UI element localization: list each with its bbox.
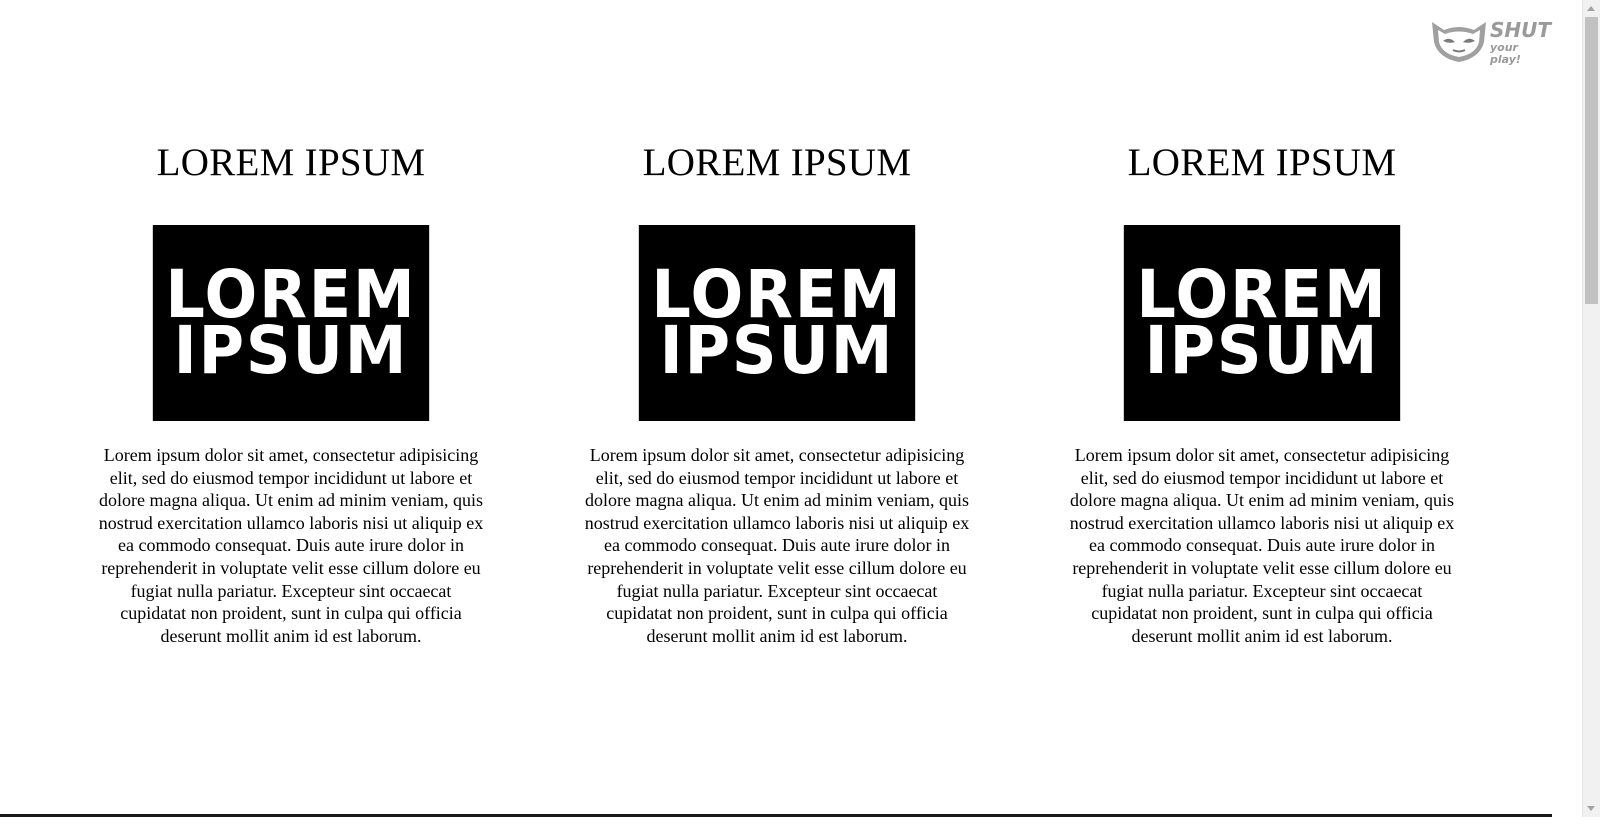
shut-logo[interactable]: SHUT your play! — [1428, 16, 1552, 66]
column-title: LOREM IPSUM — [156, 141, 426, 184]
scroll-up-arrow-icon[interactable] — [1587, 6, 1595, 11]
logo-tagline: your play! — [1490, 41, 1521, 66]
vertical-scrollbar[interactable] — [1582, 0, 1600, 817]
image-text-line-2: IPSUM — [1144, 312, 1380, 389]
lorem-ipsum-image: LOREM IPSUM — [1123, 225, 1401, 421]
column-title: LOREM IPSUM — [1127, 141, 1397, 184]
scroll-down-arrow-icon[interactable] — [1587, 806, 1595, 811]
column-body-text: Lorem ipsum dolor sit amet, consectetur … — [584, 445, 970, 646]
column-body-text: Lorem ipsum dolor sit amet, consectetur … — [1069, 445, 1455, 646]
image-text-line-2: IPSUM — [659, 312, 895, 389]
scrollbar-thumb[interactable] — [1585, 17, 1598, 304]
column-title: LOREM IPSUM — [642, 141, 912, 184]
lorem-ipsum-image: LOREM IPSUM — [638, 225, 916, 421]
image-text-line-2: IPSUM — [173, 312, 409, 389]
column-body-text: Lorem ipsum dolor sit amet, consectetur … — [98, 445, 484, 646]
logo-name: SHUT — [1490, 18, 1552, 42]
content-columns: LOREM IPSUM LOREM IPSUM Lorem ipsum dolo… — [0, 0, 1552, 834]
lorem-ipsum-image: LOREM IPSUM — [152, 225, 430, 421]
page-bottom-area — [0, 817, 1600, 834]
cat-mascot-icon — [1432, 22, 1486, 62]
